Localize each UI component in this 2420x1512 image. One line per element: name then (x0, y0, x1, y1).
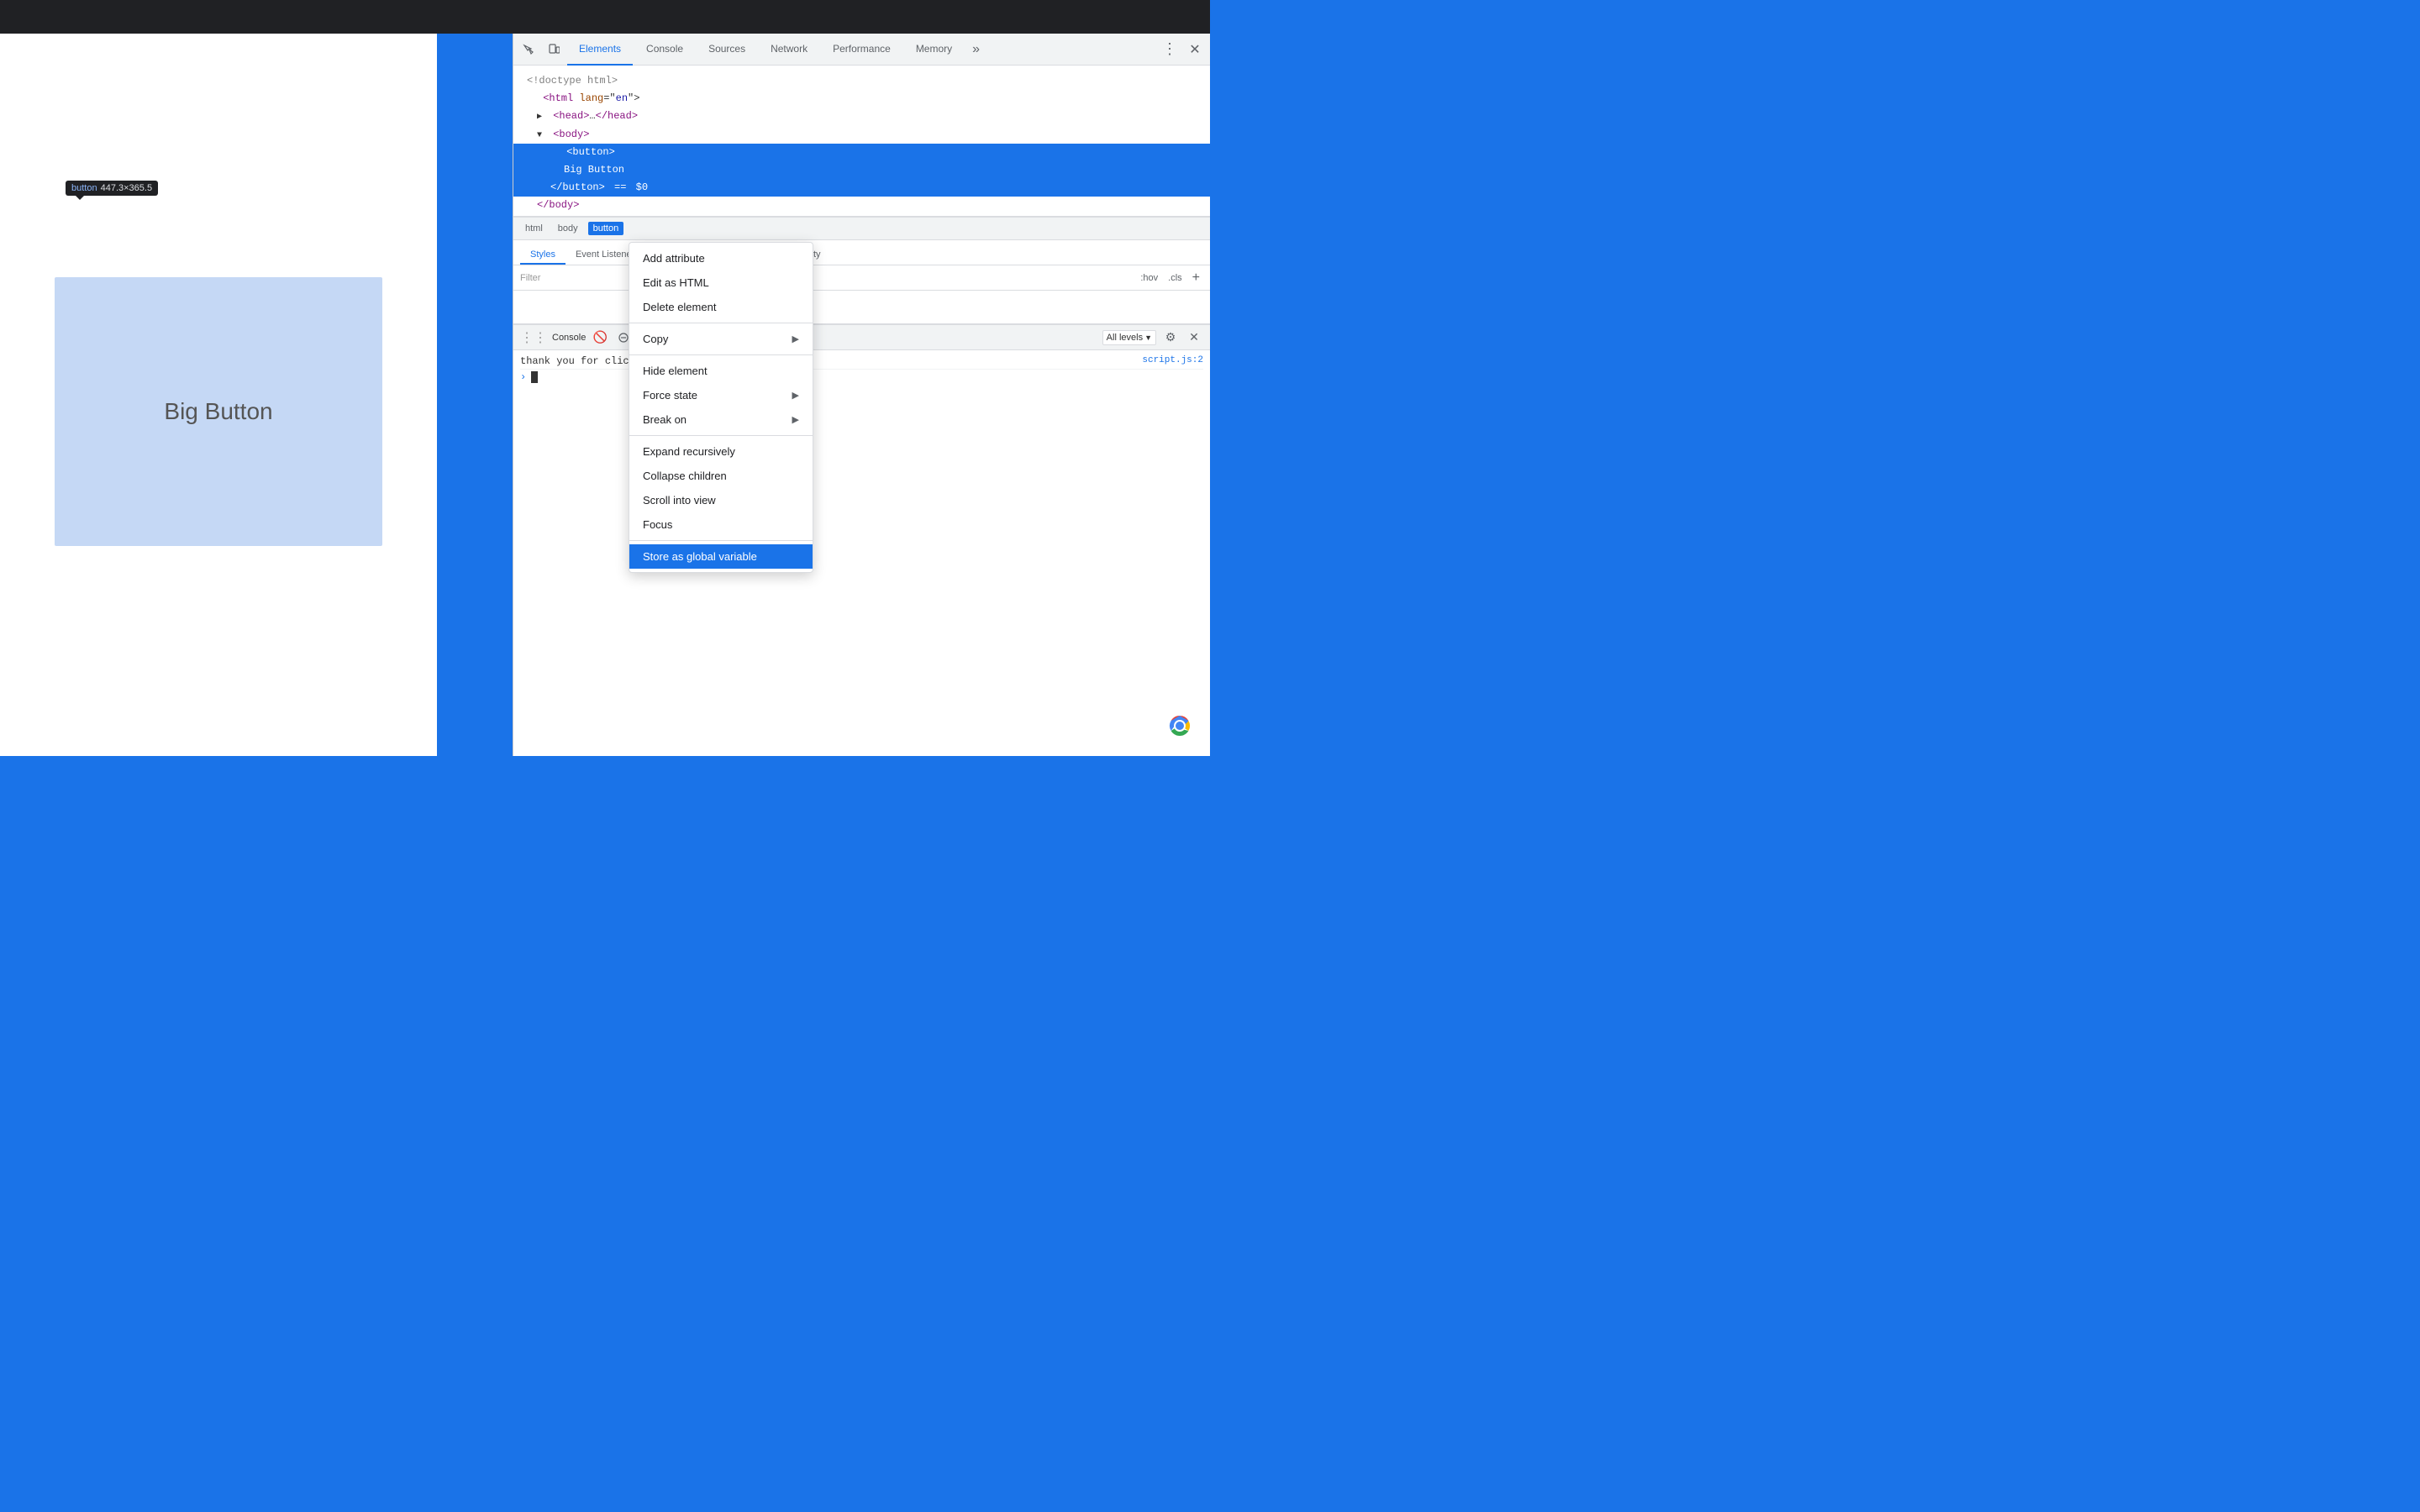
force-state-submenu-arrow: ▶ (792, 390, 799, 401)
tab-styles[interactable]: Styles (520, 246, 566, 265)
context-menu-sep-4 (629, 540, 813, 541)
devtools-close-button[interactable]: ✕ (1183, 38, 1207, 61)
console-close-button[interactable]: ✕ (1185, 328, 1203, 347)
element-tooltip: button 447.3×365.5 (66, 181, 158, 196)
add-style-button[interactable]: + (1189, 269, 1203, 287)
chrome-logo (1165, 711, 1195, 741)
tab-console[interactable]: Console (634, 34, 695, 66)
dom-tree[interactable]: <!doctype html> <html lang="en"> ▶ <head… (513, 66, 1210, 217)
console-prompt-icon: › (520, 371, 526, 383)
tooltip-size: 447.3×365.5 (101, 183, 152, 193)
page-content: button 447.3×365.5 Big Button (0, 34, 437, 756)
devtools-toolbar: Elements Console Sources Network Perform… (513, 34, 1210, 66)
context-menu: Add attribute Edit as HTML Delete elemen… (629, 242, 813, 573)
styles-filter-bar: :hov .cls + (513, 265, 1210, 291)
tooltip-tag: button (71, 183, 97, 193)
tab-sources[interactable]: Sources (697, 34, 757, 66)
context-menu-hide-element[interactable]: Hide element (629, 359, 813, 383)
context-menu-break-on[interactable]: Break on ▶ (629, 407, 813, 432)
context-menu-sep-3 (629, 435, 813, 436)
dom-line-doctype[interactable]: <!doctype html> (513, 72, 1210, 90)
console-prompt[interactable]: › (520, 370, 1203, 385)
breadcrumb-button[interactable]: button (588, 222, 624, 235)
dom-line-head[interactable]: ▶ <head>…</head> (513, 108, 1210, 125)
console-title: Console (552, 333, 586, 343)
context-menu-sep-2 (629, 354, 813, 355)
console-level-select[interactable]: All levels ▼ (1102, 330, 1156, 345)
styles-filter-input[interactable] (520, 273, 1137, 283)
filter-actions: :hov .cls + (1137, 269, 1203, 287)
dom-line-button[interactable]: <button> (513, 144, 1210, 161)
context-menu-store-as-global[interactable]: Store as global variable (629, 544, 813, 569)
breadcrumb-body[interactable]: body (553, 222, 583, 235)
device-toggle-button[interactable] (542, 38, 566, 61)
chrome-top-bar (0, 0, 1210, 34)
console-toolbar: ⋮⋮ Console 🚫 top All levels ▼ ⚙ ✕ (513, 325, 1210, 350)
context-menu-focus[interactable]: Focus (629, 512, 813, 537)
dom-line-button-text[interactable]: Big Button (513, 161, 1210, 179)
tab-network[interactable]: Network (759, 34, 819, 66)
more-tabs-button[interactable]: » (965, 38, 986, 61)
dom-line-button-close[interactable]: </button> == $0 (513, 179, 1210, 197)
tab-elements[interactable]: Elements (567, 34, 633, 66)
dom-line-body-close[interactable]: </body> (513, 197, 1210, 214)
console-log-entry: thank you for click script.js:2 (520, 354, 1203, 370)
dom-line-html[interactable]: <html lang="en"> (513, 90, 1210, 108)
cls-button[interactable]: .cls (1165, 271, 1186, 285)
breadcrumb-html[interactable]: html (520, 222, 548, 235)
dom-line-body[interactable]: ▼ <body> (513, 126, 1210, 144)
context-menu-copy[interactable]: Copy ▶ (629, 327, 813, 351)
console-body[interactable]: thank you for click script.js:2 › (513, 350, 1210, 756)
console-log-text: thank you for click (520, 355, 1135, 367)
drag-handle[interactable]: ⋮⋮ (520, 329, 547, 346)
devtools-menu-button[interactable]: ⋮ (1158, 38, 1181, 61)
tab-performance[interactable]: Performance (821, 34, 902, 66)
context-menu-expand-recursively[interactable]: Expand recursively (629, 439, 813, 464)
copy-submenu-arrow: ▶ (792, 333, 799, 344)
console-panel: ⋮⋮ Console 🚫 top All levels ▼ ⚙ ✕ thank … (513, 324, 1210, 756)
hov-button[interactable]: :hov (1137, 271, 1161, 285)
break-on-submenu-arrow: ▶ (792, 414, 799, 425)
context-menu-delete-element[interactable]: Delete element (629, 295, 813, 319)
inspect-element-button[interactable] (517, 38, 540, 61)
context-menu-add-attribute[interactable]: Add attribute (629, 246, 813, 270)
context-menu-force-state[interactable]: Force state ▶ (629, 383, 813, 407)
console-log-source[interactable]: script.js:2 (1142, 355, 1203, 365)
devtools-panel: Elements Console Sources Network Perform… (513, 34, 1210, 756)
tab-memory[interactable]: Memory (904, 34, 964, 66)
breadcrumb-bar: html body button (513, 217, 1210, 240)
styles-tabs: Styles Event Listeners DOM Properties Ac… (513, 240, 1210, 265)
console-prompt-cursor (531, 371, 538, 383)
context-menu-edit-as-html[interactable]: Edit as HTML (629, 270, 813, 295)
console-clear-button[interactable]: 🚫 (591, 328, 609, 347)
styles-panel: Styles Event Listeners DOM Properties Ac… (513, 240, 1210, 324)
console-settings-button[interactable]: ⚙ (1161, 328, 1180, 347)
big-button[interactable]: Big Button (55, 277, 382, 546)
context-menu-collapse-children[interactable]: Collapse children (629, 464, 813, 488)
context-menu-scroll-into-view[interactable]: Scroll into view (629, 488, 813, 512)
browser-background: button 447.3×365.5 Big Button Ele (0, 34, 1210, 756)
